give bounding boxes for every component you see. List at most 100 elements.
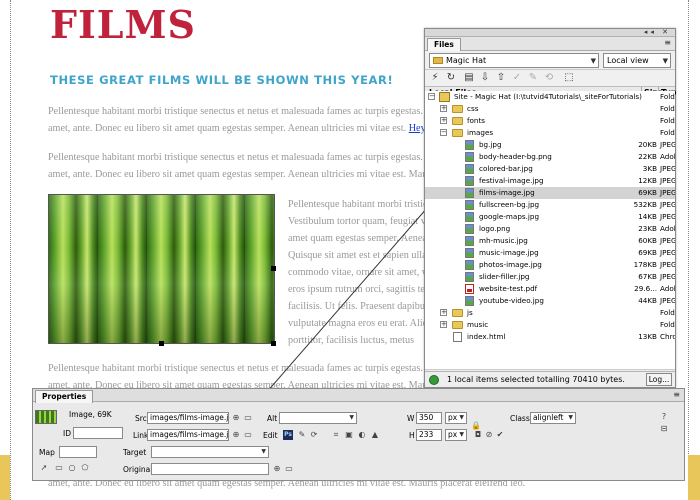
- file-name: js: [467, 308, 473, 317]
- put-files-icon[interactable]: ⇧: [495, 72, 507, 84]
- tree-row-file[interactable]: mh-music.jpg 60KB JPEG: [425, 235, 675, 247]
- tree-row-file[interactable]: logo.png 23KB Adob: [425, 223, 675, 235]
- circle-hotspot-icon[interactable]: ○: [67, 463, 77, 473]
- reset-size-icon[interactable]: ⊘: [484, 430, 494, 440]
- tree-row-folder[interactable]: + js Fold: [425, 307, 675, 319]
- tree-row-folder[interactable]: + fonts Fold: [425, 115, 675, 127]
- tab-properties[interactable]: Properties: [35, 390, 94, 403]
- tree-row-file[interactable]: slider-filler.jpg 67KB JPEG: [425, 271, 675, 283]
- tree-row-file[interactable]: fullscreen-bg.jpg 532KB JPEG: [425, 199, 675, 211]
- tree-row-file[interactable]: festival-image.jpg 12KB JPEG: [425, 175, 675, 187]
- edit-settings-icon[interactable]: ✎: [297, 430, 307, 440]
- connect-icon[interactable]: ⚡: [429, 72, 441, 84]
- tree-row-file[interactable]: music-image.jpg 69KB JPEG: [425, 247, 675, 259]
- update-from-original-icon[interactable]: ⟳: [309, 430, 319, 440]
- tree-row-folder[interactable]: + music Fold: [425, 319, 675, 331]
- map-name-input[interactable]: [59, 446, 97, 458]
- height-input[interactable]: 233: [416, 429, 442, 441]
- link-input[interactable]: images/films-image.jpg: [147, 429, 229, 441]
- panel-menu-icon[interactable]: ≡: [664, 38, 671, 47]
- file-name: photos-image.jpg: [479, 260, 542, 269]
- pointer-hotspot-icon[interactable]: ➚: [39, 463, 49, 473]
- lock-icon[interactable]: ◘: [473, 430, 483, 440]
- image-info-label: Image, 69K: [69, 410, 112, 419]
- view-select[interactable]: Local view ▼: [603, 53, 671, 68]
- resize-handle-corner[interactable]: [271, 341, 276, 346]
- resample-icon[interactable]: ▣: [344, 430, 354, 440]
- tree-row-file[interactable]: body-header-bg.png 22KB Adob: [425, 151, 675, 163]
- panel-menu-icon[interactable]: ≡: [673, 390, 680, 399]
- files-status-bar: 1 local items selected totalling 70410 b…: [425, 371, 675, 387]
- file-size: 20KB: [638, 140, 657, 149]
- alt-select[interactable]: ▼: [279, 412, 357, 424]
- file-name: films-image.jpg: [479, 188, 535, 197]
- width-unit-select[interactable]: px ▼: [445, 412, 467, 424]
- polygon-hotspot-icon[interactable]: ⬠: [80, 463, 90, 473]
- expand-icon[interactable]: +: [440, 117, 447, 124]
- brightness-icon[interactable]: ◐: [357, 430, 367, 440]
- original-input[interactable]: [151, 463, 269, 475]
- browse-folder-icon[interactable]: ▭: [243, 413, 253, 423]
- tree-row-file[interactable]: google-maps.jpg 14KB JPEG: [425, 211, 675, 223]
- tree-row-file[interactable]: bg.jpg 20KB JPEG: [425, 139, 675, 151]
- check-out-icon[interactable]: ✓: [511, 72, 523, 84]
- help-icon[interactable]: ?: [659, 412, 669, 422]
- commit-size-icon[interactable]: ✔: [495, 430, 505, 440]
- chevron-down-icon: ▼: [459, 431, 464, 438]
- height-unit-select[interactable]: px ▼: [445, 429, 467, 441]
- collapse-icon[interactable]: −: [428, 93, 435, 100]
- panel-grip[interactable]: ◂◂ ✕: [425, 28, 675, 37]
- tree-row-file[interactable]: website-test.pdf 29.6... Adob: [425, 283, 675, 295]
- browse-folder-icon[interactable]: ▭: [243, 430, 253, 440]
- image-file-icon: [465, 224, 474, 234]
- file-size: 69KB: [638, 248, 657, 257]
- get-files-icon[interactable]: ⇩: [479, 72, 491, 84]
- resize-handle-right[interactable]: [271, 266, 276, 271]
- point-to-file-icon[interactable]: ⊕: [272, 464, 282, 474]
- log-button[interactable]: Log...: [646, 373, 672, 386]
- tree-row-file[interactable]: colored-bar.jpg 3KB JPEG: [425, 163, 675, 175]
- sync-icon[interactable]: ⟲: [543, 72, 555, 84]
- file-type: JPEG: [660, 272, 675, 281]
- collapse-icon[interactable]: −: [440, 129, 447, 136]
- height-label: H: [409, 431, 415, 440]
- page-guide-right: [688, 0, 689, 500]
- class-select[interactable]: alignleft ▼: [530, 412, 576, 424]
- tab-files[interactable]: Files: [427, 38, 461, 51]
- width-input[interactable]: 350: [416, 412, 442, 424]
- tree-row-folder[interactable]: − images Fold: [425, 127, 675, 139]
- src-input[interactable]: images/films-image.jpg: [147, 412, 229, 424]
- id-input[interactable]: [73, 427, 123, 439]
- refresh-icon[interactable]: ↻: [445, 72, 457, 84]
- image-file-icon: [465, 176, 474, 186]
- site-select[interactable]: Magic Hat ▼: [429, 53, 599, 68]
- expand-icon[interactable]: +: [440, 309, 447, 316]
- view-site-icon[interactable]: ▤: [463, 72, 475, 84]
- tree-row-file[interactable]: photos-image.jpg 178KB JPEG: [425, 259, 675, 271]
- file-name: logo.png: [479, 224, 511, 233]
- tree-row-folder[interactable]: + css Fold: [425, 103, 675, 115]
- expand-icon[interactable]: +: [440, 105, 447, 112]
- browse-folder-icon[interactable]: ▭: [284, 464, 294, 474]
- file-name: index.html: [467, 332, 506, 341]
- sharpen-icon[interactable]: ▲: [370, 430, 380, 440]
- tree-row-site[interactable]: − Site - Magic Hat (I:\tutvid4Tutorials\…: [425, 91, 675, 103]
- status-text: 1 local items selected totalling 70410 b…: [447, 375, 625, 384]
- tree-row-file[interactable]: index.html 13KB Chro: [425, 331, 675, 343]
- films-image[interactable]: [48, 194, 275, 344]
- expand-icon[interactable]: ⬚: [563, 72, 575, 84]
- resize-handle-bottom[interactable]: [159, 341, 164, 346]
- target-select[interactable]: ▼: [151, 446, 269, 458]
- quick-tag-icon[interactable]: ⊟: [659, 424, 669, 434]
- check-in-icon[interactable]: ✎: [527, 72, 539, 84]
- tree-row-file-selected[interactable]: films-image.jpg 69KB JPEG: [425, 187, 675, 199]
- file-type: Fold: [660, 104, 675, 113]
- collapse-close-icons[interactable]: ◂◂ ✕: [644, 28, 671, 36]
- photoshop-icon[interactable]: Ps: [283, 430, 293, 440]
- crop-icon[interactable]: ⌗: [331, 430, 341, 440]
- expand-icon[interactable]: +: [440, 321, 447, 328]
- tree-row-file[interactable]: youtube-video.jpg 44KB JPEG: [425, 295, 675, 307]
- point-to-file-icon[interactable]: ⊕: [231, 430, 241, 440]
- point-to-file-icon[interactable]: ⊕: [231, 413, 241, 423]
- rectangle-hotspot-icon[interactable]: ▭: [54, 463, 64, 473]
